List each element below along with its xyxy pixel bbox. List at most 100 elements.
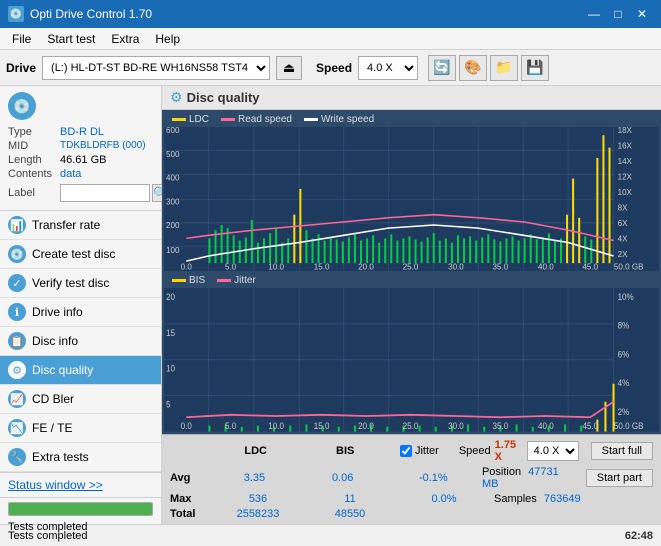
write-speed-legend-color xyxy=(304,118,318,121)
svg-text:10.0: 10.0 xyxy=(268,421,284,432)
sidebar-item-create-test-disc[interactable]: 💿 Create test disc xyxy=(0,240,161,269)
speed-val: 1.75 X xyxy=(495,439,523,463)
label-input[interactable] xyxy=(60,184,150,202)
avg-bis: 0.06 xyxy=(305,472,381,484)
bis-header: BIS xyxy=(306,445,384,457)
max-ldc: 536 xyxy=(218,493,298,505)
length-value: 46.61 GB xyxy=(60,154,106,166)
menu-extra[interactable]: Extra xyxy=(103,30,147,48)
svg-text:4%: 4% xyxy=(618,378,630,389)
disc-quality-label: Disc quality xyxy=(32,363,93,377)
menu-help[interactable]: Help xyxy=(147,30,188,48)
disc-info-icon: 📋 xyxy=(8,332,26,350)
svg-text:5.0: 5.0 xyxy=(225,262,237,271)
speed-label: Speed xyxy=(316,61,352,75)
color-button[interactable]: 🎨 xyxy=(459,55,487,81)
sidebar-item-disc-quality[interactable]: ⚙ Disc quality xyxy=(0,356,161,385)
sidebar-item-fe-te[interactable]: 📉 FE / TE xyxy=(0,414,161,443)
mid-value: TDKBLDRFB (000) xyxy=(60,140,146,152)
extra-tests-icon: 🔧 xyxy=(8,448,26,466)
verify-test-disc-label: Verify test disc xyxy=(32,276,109,290)
right-panel: ⚙ Disc quality LDC Read speed xyxy=(162,86,661,524)
speed-select[interactable]: 4.0 X 1.0 X 2.0 X 8.0 X xyxy=(358,56,418,80)
svg-text:300: 300 xyxy=(166,197,180,206)
svg-text:35.0: 35.0 xyxy=(493,262,509,271)
dq-header-icon: ⚙ xyxy=(170,89,183,106)
close-button[interactable]: ✕ xyxy=(631,5,653,23)
drive-select[interactable]: (L:) HL-DT-ST BD-RE WH16NS58 TST4 xyxy=(42,56,270,80)
disc-quality-header: ⚙ Disc quality xyxy=(162,86,661,110)
max-label: Max xyxy=(170,493,206,505)
jitter-legend-label: Jitter xyxy=(234,275,256,286)
label-row: Label 🔍 xyxy=(8,184,153,202)
save-button[interactable]: 💾 xyxy=(521,55,549,81)
svg-text:25.0: 25.0 xyxy=(403,262,419,271)
label-label: Label xyxy=(8,187,60,199)
status-window-button[interactable]: Status window >> xyxy=(8,478,103,492)
progress-bar-fill xyxy=(9,503,152,515)
toolbar-buttons: 🔄 🎨 📁 💾 xyxy=(428,55,549,81)
refresh-button[interactable]: 🔄 xyxy=(428,55,456,81)
start-part-button[interactable]: Start part xyxy=(586,469,653,487)
left-panel: 💿 Type BD-R DL MID TDKBLDRFB (000) Lengt… xyxy=(0,86,162,524)
extra-tests-label: Extra tests xyxy=(32,450,89,464)
sidebar-item-extra-tests[interactable]: 🔧 Extra tests xyxy=(0,443,161,472)
svg-text:18X: 18X xyxy=(618,127,633,135)
bis-legend-color xyxy=(172,279,186,282)
type-label: Type xyxy=(8,126,60,138)
sidebar-item-drive-info[interactable]: ℹ Drive info xyxy=(0,298,161,327)
contents-value[interactable]: data xyxy=(60,168,81,180)
svg-text:10%: 10% xyxy=(618,292,634,303)
dq-title: Disc quality xyxy=(187,90,260,105)
svg-text:2X: 2X xyxy=(618,250,628,259)
chart1-plot: 600 500 400 300 200 100 18X 16X 14X 12X … xyxy=(164,127,659,271)
chart1-container: LDC Read speed Write speed xyxy=(164,112,659,271)
jitter-checkbox[interactable] xyxy=(400,445,412,457)
disc-icon: 💿 xyxy=(8,92,36,120)
position-label-text: Position xyxy=(482,466,521,478)
contents-label: Contents xyxy=(8,168,60,180)
svg-text:100: 100 xyxy=(166,246,180,255)
disc-contents-row: Contents data xyxy=(8,168,153,180)
jitter-check-area: Jitter xyxy=(400,445,439,457)
length-label: Length xyxy=(8,154,60,166)
cd-bler-label: CD Bler xyxy=(32,392,74,406)
sidebar-item-disc-info[interactable]: 📋 Disc info xyxy=(0,327,161,356)
menu-start-test[interactable]: Start test xyxy=(39,30,103,48)
sidebar-item-transfer-rate[interactable]: 📊 Transfer rate xyxy=(0,211,161,240)
ldc-legend: LDC xyxy=(172,114,209,125)
svg-text:30.0: 30.0 xyxy=(448,262,464,271)
maximize-button[interactable]: □ xyxy=(607,5,629,23)
svg-text:15.0: 15.0 xyxy=(314,262,330,271)
disc-quality-icon: ⚙ xyxy=(8,361,26,379)
status-window-area: Status window >> xyxy=(0,472,161,497)
svg-text:2%: 2% xyxy=(618,407,630,418)
mid-label: MID xyxy=(8,140,60,152)
time-display: 62:48 xyxy=(625,530,653,542)
disc-section: 💿 Type BD-R DL MID TDKBLDRFB (000) Lengt… xyxy=(0,86,161,211)
svg-text:40.0: 40.0 xyxy=(538,421,554,432)
folder-button[interactable]: 📁 xyxy=(490,55,518,81)
bis-legend-label: BIS xyxy=(189,275,205,286)
sidebar-item-cd-bler[interactable]: 📈 CD Bler xyxy=(0,385,161,414)
position-label: Position 47731 MB xyxy=(482,466,574,490)
eject-button[interactable]: ⏏ xyxy=(276,56,302,80)
menu-file[interactable]: File xyxy=(4,30,39,48)
progress-bar xyxy=(8,502,153,516)
drive-bar: Drive (L:) HL-DT-ST BD-RE WH16NS58 TST4 … xyxy=(0,50,661,86)
window-controls: — □ ✕ xyxy=(583,5,653,23)
svg-text:35.0: 35.0 xyxy=(493,421,509,432)
read-speed-legend: Read speed xyxy=(221,114,292,125)
status-message: Tests completed xyxy=(8,530,87,542)
write-speed-legend-label: Write speed xyxy=(321,114,374,125)
svg-text:200: 200 xyxy=(166,221,180,230)
speed-select-small[interactable]: 4.0 X 2.0 X 8.0 X xyxy=(527,441,579,461)
samples-val: 763649 xyxy=(544,493,581,505)
jitter-legend-color xyxy=(217,279,231,282)
svg-text:10.0: 10.0 xyxy=(268,262,284,271)
sidebar-item-verify-test-disc[interactable]: ✓ Verify test disc xyxy=(0,269,161,298)
start-full-button[interactable]: Start full xyxy=(591,442,653,460)
jitter-label: Jitter xyxy=(415,445,439,457)
minimize-button[interactable]: — xyxy=(583,5,605,23)
svg-text:25.0: 25.0 xyxy=(403,421,419,432)
